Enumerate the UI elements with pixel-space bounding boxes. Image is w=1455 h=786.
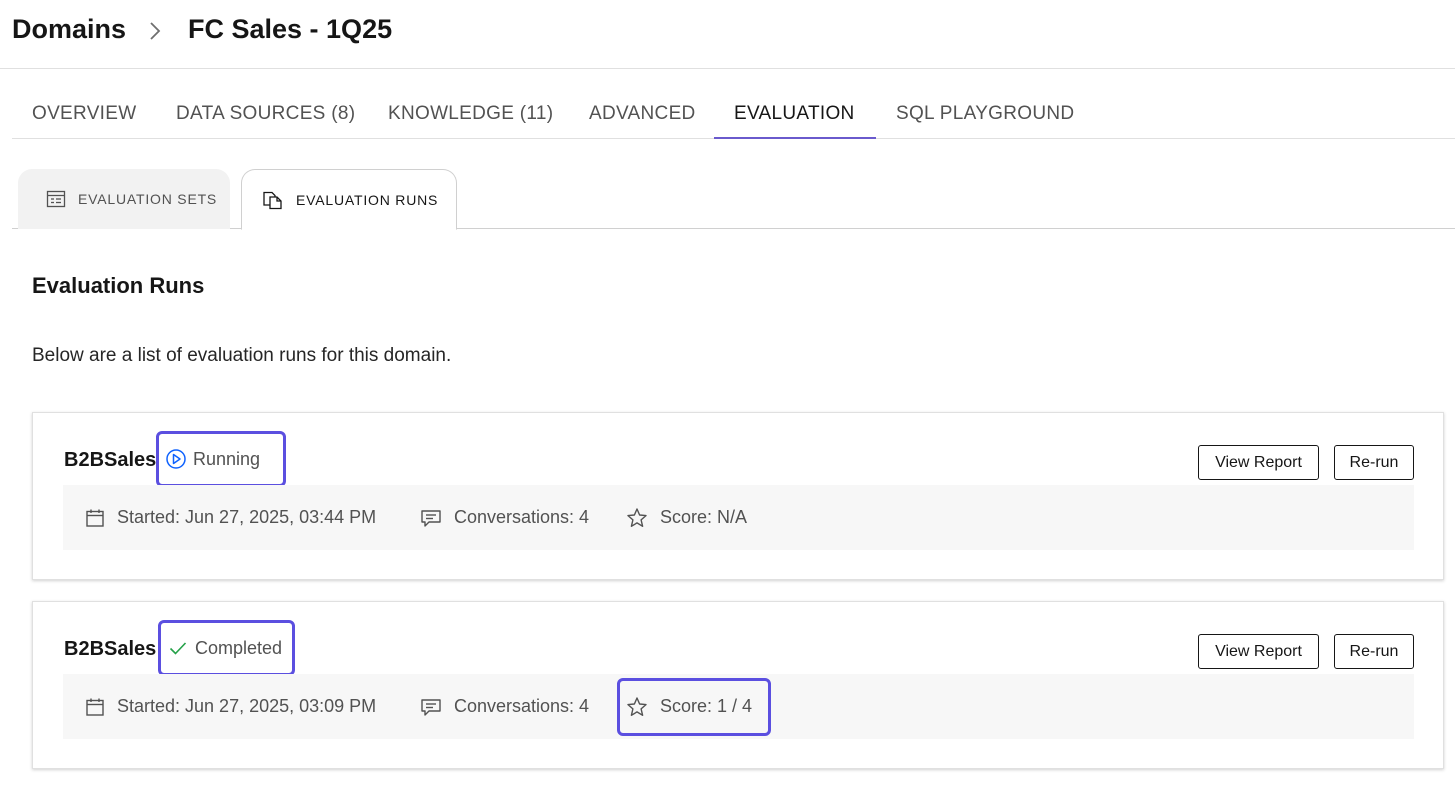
star-icon [627, 507, 647, 527]
view-report-button[interactable]: View Report [1198, 445, 1319, 480]
conversations-info: Conversations: 4 [420, 485, 589, 550]
status-text: Completed [195, 637, 283, 658]
score-info: Score: N/A [626, 485, 747, 550]
table-icon [46, 190, 66, 208]
copy-file-icon [263, 191, 282, 209]
run-name: B2BSales [64, 449, 157, 471]
rerun-button[interactable]: Re-run [1334, 634, 1414, 669]
tab-advanced[interactable]: ADVANCED [569, 89, 716, 139]
subtab-label: EVALUATION RUNS [296, 191, 439, 208]
status-badge: Completed [158, 620, 295, 676]
tab-knowledge[interactable]: KNOWLEDGE (11) [368, 89, 573, 139]
chevron-right-icon [150, 22, 161, 40]
score-text: Score: 1 / 4 [660, 696, 753, 716]
calendar-icon [86, 509, 104, 527]
subtab-evaluation-sets[interactable]: EVALUATION SETS [18, 169, 230, 229]
started-info: Started: Jun 27, 2025, 03:09 PM [85, 674, 376, 739]
page-header: Domains FC Sales - 1Q25 [0, 0, 1455, 69]
conversations-text: Conversations: 4 [454, 507, 590, 527]
started-text: Started: Jun 27, 2025, 03:44 PM [117, 507, 377, 527]
section-description: Below are a list of evaluation runs for … [32, 345, 452, 366]
run-name: B2BSales [64, 638, 157, 660]
page-title: FC Sales - 1Q25 [188, 14, 393, 44]
checkmark-icon [169, 642, 187, 655]
main-tabs: OVERVIEW DATA SOURCES (8) KNOWLEDGE (11)… [12, 89, 1455, 139]
status-text: Running [193, 448, 261, 469]
breadcrumb-domains-link[interactable]: Domains [12, 14, 126, 45]
tab-sql-playground[interactable]: SQL PLAYGROUND [876, 89, 1094, 139]
section-title: Evaluation Runs [32, 273, 205, 298]
subtab-label: EVALUATION SETS [78, 191, 218, 207]
evaluation-run-card: B2BSales Running View Report Re-run Star… [32, 412, 1444, 580]
conversations-info: Conversations: 4 [420, 674, 589, 739]
view-report-button[interactable]: View Report [1198, 634, 1319, 669]
run-meta: Started: Jun 27, 2025, 03:09 PM Conversa… [63, 674, 1414, 739]
score-info: Score: 1 / 4 [626, 674, 752, 739]
chat-icon [421, 509, 441, 527]
chat-icon [421, 698, 441, 716]
score-text: Score: N/A [660, 507, 748, 527]
started-text: Started: Jun 27, 2025, 03:09 PM [117, 696, 377, 716]
rerun-button[interactable]: Re-run [1334, 445, 1414, 480]
tab-data-sources[interactable]: DATA SOURCES (8) [156, 89, 375, 139]
started-info: Started: Jun 27, 2025, 03:44 PM [85, 485, 376, 550]
tab-overview[interactable]: OVERVIEW [12, 89, 156, 139]
conversations-text: Conversations: 4 [454, 696, 590, 716]
calendar-icon [86, 698, 104, 716]
star-icon [627, 696, 647, 716]
evaluation-subtabs: EVALUATION SETS EVALUATION RUNS [12, 169, 1455, 230]
status-badge: Running [156, 431, 286, 487]
tab-evaluation[interactable]: EVALUATION [714, 89, 876, 139]
evaluation-run-card: B2BSales Completed View Report Re-run St… [32, 601, 1444, 769]
play-circle-icon [166, 449, 186, 469]
run-meta: Started: Jun 27, 2025, 03:44 PM Conversa… [63, 485, 1414, 550]
subtab-evaluation-runs[interactable]: EVALUATION RUNS [241, 169, 457, 230]
